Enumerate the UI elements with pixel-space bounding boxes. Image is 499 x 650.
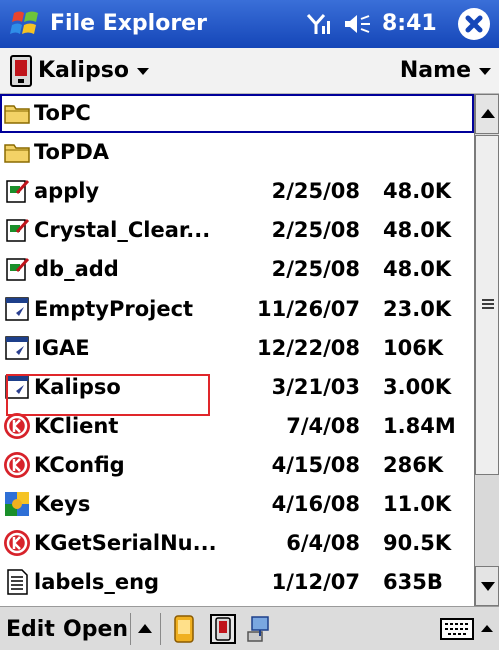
file-row-kconfig[interactable]: KConfig 4/15/08 286K [0,446,474,485]
file-name: apply [34,179,100,204]
document-edit-icon [3,255,31,283]
folder-icon [3,138,31,166]
clock[interactable]: 8:41 [382,11,437,36]
scroll-thumb[interactable] [475,135,499,475]
scroll-down-button[interactable] [475,566,499,606]
file-name: KConfig [34,452,125,477]
volume-icon[interactable] [343,12,373,36]
program-icon [3,334,31,362]
file-row-labels-eng[interactable]: labels_eng 1/12/07 635B [0,563,474,602]
file-size: 3.00K [383,374,452,399]
file-row-kgetserialnu[interactable]: KGetSerialNu... 6/4/08 90.5K [0,524,474,563]
file-date: 2/25/08 [271,257,360,282]
kalipso-logo-icon [3,529,31,557]
chevron-down-icon [479,67,491,75]
document-edit-icon [3,177,31,205]
menu-separator [130,613,131,645]
file-date: 6/4/08 [286,531,360,556]
file-row-topc[interactable]: ToPC [0,94,474,133]
location-bar: Kalipso Name [0,48,499,94]
file-size: 90.5K [383,531,452,556]
open-menu[interactable]: Open [63,617,128,642]
file-date: 12/22/08 [256,335,360,360]
menu-bar: Edit Open [0,606,499,650]
arrow-up-icon [481,109,495,118]
file-row-apply[interactable]: apply 2/25/08 48.0K [0,172,474,211]
storage-card-icon[interactable] [210,614,236,644]
close-icon [465,15,483,33]
title-bar: File Explorer 8:41 [0,0,499,48]
sort-dropdown[interactable]: Name [400,58,491,83]
file-row-kalipso[interactable]: Kalipso 3/21/03 3.00K [0,368,474,407]
file-date: 2/25/08 [271,179,360,204]
windows-start-icon[interactable] [8,7,42,41]
file-size: 48.0K [383,257,452,282]
up-folder-button[interactable] [135,615,155,643]
file-name: Kalipso [34,374,121,399]
file-name: ToPDA [34,140,110,165]
file-row-kclient[interactable]: KClient 7/4/08 1.84M [0,407,474,446]
document-edit-icon [3,216,31,244]
file-date: 4/16/08 [271,492,360,516]
file-name: IGAE [34,335,90,360]
sort-label: Name [399,58,471,83]
file-row-crystal-clear[interactable]: Crystal_Clear... 2/25/08 48.0K [0,211,474,250]
close-button[interactable] [458,8,490,40]
file-row-igae[interactable]: IGAE 12/22/08 106K [0,329,474,368]
app-title: File Explorer [50,11,207,36]
file-name: db_add [34,257,119,282]
file-name: KClient [34,413,119,438]
file-date: 1/12/07 [271,570,360,595]
device-icon [10,55,32,87]
file-date: 2/25/08 [271,218,360,243]
file-row-emptyproject[interactable]: EmptyProject 11/26/07 23.0K [0,290,474,329]
arrow-down-icon [481,582,495,591]
file-row-keys[interactable]: Keys 4/16/08 11.0K [0,485,474,524]
signal-icon[interactable] [306,12,332,36]
scroll-up-button[interactable] [475,94,499,134]
file-date: 3/21/03 [271,374,360,399]
file-date: 11/26/07 [256,296,360,321]
folder-name: Kalipso [38,58,129,83]
program-icon [3,295,31,323]
pda-icon[interactable] [171,614,197,644]
keyboard-icon[interactable] [440,618,474,640]
menu-separator [160,613,161,645]
file-row-db-add[interactable]: db_add 2/25/08 48.0K [0,250,474,289]
file-size: 48.0K [383,179,452,204]
kalipso-logo-icon [3,412,31,440]
edit-menu[interactable]: Edit [6,617,55,642]
folder-icon [3,99,31,127]
grip-icon [482,299,494,309]
input-panel-arrow-icon[interactable] [479,617,495,641]
file-list: ToPC ToPDA apply 2/25/08 48.0K Crystal_Clear.… [0,94,474,606]
file-name: EmptyProject [34,296,194,321]
file-row-topda[interactable]: ToPDA [0,133,474,172]
file-size: 48.0K [383,218,452,243]
file-date: 4/15/08 [271,452,360,477]
file-size: 23.0K [383,296,452,321]
file-size: 106K [383,335,444,360]
file-name: labels_eng [34,570,160,595]
file-size: 11.0K [383,492,452,516]
file-name: Keys [34,492,91,516]
kalipso-logo-icon [3,451,31,479]
folder-dropdown[interactable]: Kalipso [38,58,149,83]
file-name: Crystal_Clear... [34,218,211,243]
text-file-icon [3,568,31,596]
file-date: 7/4/08 [286,413,360,438]
file-name: ToPC [34,101,91,125]
file-name: KGetSerialNu... [34,531,217,556]
keys-icon [3,490,31,518]
program-icon [3,373,31,401]
vertical-scrollbar[interactable] [474,94,499,606]
network-icon[interactable] [246,614,272,644]
file-explorer-window: File Explorer 8:41 Kalipso Name ToPC ToPD… [0,0,499,650]
file-size: 286K [383,452,444,477]
file-size: 635B [383,570,443,595]
chevron-down-icon [136,67,149,75]
file-size: 1.84M [383,413,456,438]
